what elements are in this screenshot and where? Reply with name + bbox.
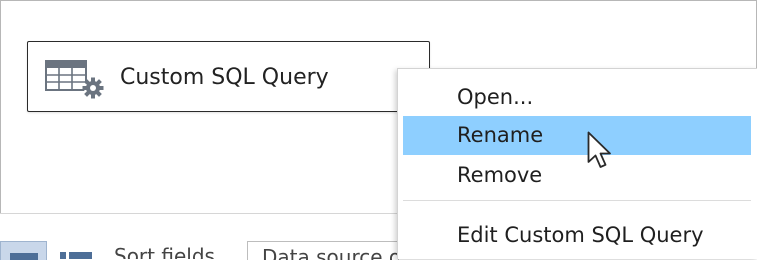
menu-item-remove[interactable]: Remove	[403, 156, 751, 195]
menu-item-label: Rename	[457, 123, 544, 147]
context-menu: Open... Rename Remove Edit Custom SQL Qu…	[397, 68, 757, 259]
mouse-pointer-icon	[587, 131, 611, 168]
data-source-table-card[interactable]: Custom SQL Query	[27, 41, 430, 112]
sort-fields-label: Sort fields	[114, 247, 215, 259]
menu-item-rename[interactable]: Rename	[403, 116, 751, 155]
menu-item-open[interactable]: Open...	[403, 78, 751, 117]
grid-view-icon	[10, 253, 38, 260]
grid-view-button[interactable]	[0, 241, 47, 260]
menu-item-edit-custom-sql[interactable]: Edit Custom SQL Query	[403, 216, 751, 255]
sort-fields-value: Data source order	[262, 245, 398, 260]
menu-item-label: Edit Custom SQL Query	[457, 223, 704, 247]
data-source-label: Custom SQL Query	[120, 65, 329, 90]
menu-divider	[403, 200, 751, 201]
menu-item-label: Open...	[457, 85, 534, 109]
table-gear-icon	[45, 60, 104, 99]
menu-item-label: Remove	[457, 163, 543, 187]
sort-fields-select[interactable]: Data source order	[247, 241, 399, 260]
